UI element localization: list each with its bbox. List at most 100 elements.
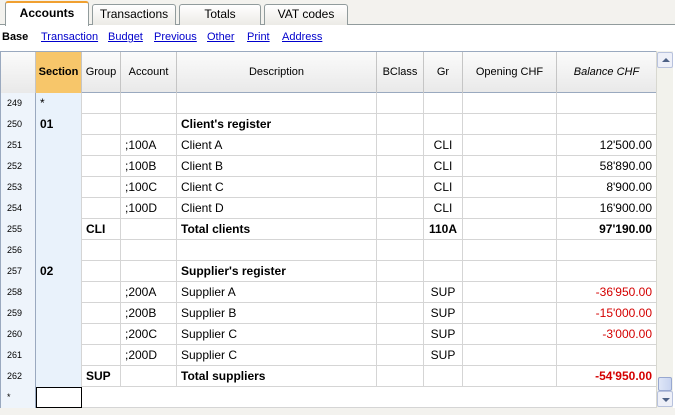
cell-opening[interactable] bbox=[463, 240, 557, 261]
cell-opening[interactable] bbox=[463, 366, 557, 387]
cell-balance[interactable] bbox=[557, 114, 657, 135]
col-header-description[interactable]: Description bbox=[177, 52, 377, 93]
cell-gr[interactable]: CLI bbox=[424, 135, 463, 156]
cell-group[interactable] bbox=[82, 93, 121, 114]
cell-description[interactable]: Total suppliers bbox=[177, 366, 377, 387]
cell-balance[interactable] bbox=[557, 240, 657, 261]
cell-opening[interactable] bbox=[463, 219, 557, 240]
cell-description[interactable]: Supplier B bbox=[177, 303, 377, 324]
cell-opening[interactable] bbox=[463, 156, 557, 177]
cell-bclass[interactable] bbox=[377, 135, 424, 156]
table-row[interactable]: 256 bbox=[1, 240, 658, 261]
table-row[interactable]: 251 ;100A Client A CLI 12'500.00 bbox=[1, 135, 658, 156]
cell-opening[interactable] bbox=[463, 198, 557, 219]
view-address-link[interactable]: Address bbox=[282, 31, 322, 43]
cell-balance[interactable]: 12'500.00 bbox=[557, 135, 657, 156]
col-header-opening[interactable]: Opening CHF bbox=[463, 52, 557, 93]
cell-gr[interactable] bbox=[424, 261, 463, 282]
col-header-section[interactable]: Section bbox=[36, 52, 82, 93]
cell-description[interactable]: Supplier A bbox=[177, 282, 377, 303]
cell-bclass[interactable] bbox=[377, 324, 424, 345]
cell-opening[interactable] bbox=[463, 282, 557, 303]
cell-opening[interactable] bbox=[463, 303, 557, 324]
active-edit-cell[interactable] bbox=[36, 387, 82, 408]
cell-account[interactable] bbox=[121, 366, 177, 387]
cell-account[interactable]: ;200A bbox=[121, 282, 177, 303]
cell-description[interactable]: Client D bbox=[177, 198, 377, 219]
cell-section[interactable]: 01 bbox=[36, 114, 82, 135]
cell-description[interactable]: Client B bbox=[177, 156, 377, 177]
scroll-down-button[interactable] bbox=[657, 391, 673, 407]
view-budget-link[interactable]: Budget bbox=[108, 31, 143, 43]
cell-description[interactable]: Supplier's register bbox=[177, 261, 377, 282]
cell-gr[interactable]: CLI bbox=[424, 156, 463, 177]
view-transaction-link[interactable]: Transaction bbox=[41, 31, 98, 43]
cell-balance[interactable] bbox=[557, 345, 657, 366]
cell-group[interactable] bbox=[82, 177, 121, 198]
table-row[interactable]: 253 ;100C Client C CLI 8'900.00 bbox=[1, 177, 658, 198]
cell-account[interactable] bbox=[121, 219, 177, 240]
cell-account[interactable]: ;100A bbox=[121, 135, 177, 156]
cell-bclass[interactable] bbox=[377, 177, 424, 198]
cell-bclass[interactable] bbox=[377, 303, 424, 324]
cell-bclass[interactable] bbox=[377, 282, 424, 303]
cell-account[interactable] bbox=[121, 261, 177, 282]
cell-balance[interactable]: 16'900.00 bbox=[557, 198, 657, 219]
cell-bclass[interactable] bbox=[377, 114, 424, 135]
cell-section[interactable] bbox=[36, 177, 82, 198]
cell-gr[interactable]: CLI bbox=[424, 177, 463, 198]
cell-section[interactable] bbox=[36, 219, 82, 240]
cell-account[interactable]: ;200C bbox=[121, 324, 177, 345]
scroll-thumb[interactable] bbox=[658, 377, 672, 391]
cell-description[interactable]: Supplier C bbox=[177, 345, 377, 366]
table-row[interactable]: 258 ;200A Supplier A SUP -36'950.00 bbox=[1, 282, 658, 303]
cell-bclass[interactable] bbox=[377, 261, 424, 282]
cell-group[interactable] bbox=[82, 282, 121, 303]
cell-section[interactable] bbox=[36, 135, 82, 156]
tab-transactions[interactable]: Transactions bbox=[92, 4, 176, 25]
table-row[interactable]: 261 ;200D Supplier C SUP bbox=[1, 345, 658, 366]
cell-group[interactable] bbox=[82, 156, 121, 177]
cell-section[interactable] bbox=[36, 156, 82, 177]
cell-gr[interactable]: 110A bbox=[424, 219, 463, 240]
cell-description[interactable]: Client C bbox=[177, 177, 377, 198]
table-row[interactable]: 262 SUP Total suppliers -54'950.00 bbox=[1, 366, 658, 387]
cell-balance[interactable]: -15'000.00 bbox=[557, 303, 657, 324]
cell-balance[interactable]: 58'890.00 bbox=[557, 156, 657, 177]
cell-gr[interactable]: SUP bbox=[424, 282, 463, 303]
cell-gr[interactable] bbox=[424, 240, 463, 261]
view-other-link[interactable]: Other bbox=[207, 31, 235, 43]
cell-section[interactable] bbox=[36, 303, 82, 324]
col-header-gr[interactable]: Gr bbox=[424, 52, 463, 93]
cell-description[interactable]: Total clients bbox=[177, 219, 377, 240]
cell-gr[interactable] bbox=[424, 93, 463, 114]
cell-opening[interactable] bbox=[463, 93, 557, 114]
cell-balance[interactable]: -3'000.00 bbox=[557, 324, 657, 345]
cell-gr[interactable]: CLI bbox=[424, 198, 463, 219]
cell-bclass[interactable] bbox=[377, 156, 424, 177]
cell-opening[interactable] bbox=[463, 135, 557, 156]
cell-description[interactable] bbox=[177, 240, 377, 261]
cell-group[interactable] bbox=[82, 198, 121, 219]
view-previous-link[interactable]: Previous bbox=[154, 31, 197, 43]
cell-gr[interactable] bbox=[424, 114, 463, 135]
cell-account[interactable]: ;100C bbox=[121, 177, 177, 198]
cell-bclass[interactable] bbox=[377, 219, 424, 240]
cell-opening[interactable] bbox=[463, 177, 557, 198]
table-row[interactable]: 250 01 Client's register bbox=[1, 114, 658, 135]
cell-account[interactable]: ;100B bbox=[121, 156, 177, 177]
cell-balance[interactable]: -36'950.00 bbox=[557, 282, 657, 303]
table-row[interactable]: 255 CLI Total clients 110A 97'190.00 bbox=[1, 219, 658, 240]
col-header-balance[interactable]: Balance CHF bbox=[557, 52, 657, 93]
cell-group[interactable] bbox=[82, 324, 121, 345]
view-base[interactable]: Base bbox=[2, 31, 28, 43]
col-header-group[interactable]: Group bbox=[82, 52, 121, 93]
cell-opening[interactable] bbox=[463, 261, 557, 282]
cell-account[interactable] bbox=[121, 93, 177, 114]
table-row[interactable]: 252 ;100B Client B CLI 58'890.00 bbox=[1, 156, 658, 177]
table-row[interactable]: 249 * bbox=[1, 93, 658, 114]
cell-gr[interactable] bbox=[424, 366, 463, 387]
cell-account[interactable]: ;100D bbox=[121, 198, 177, 219]
cell-section[interactable] bbox=[36, 198, 82, 219]
cell-description[interactable]: Client's register bbox=[177, 114, 377, 135]
